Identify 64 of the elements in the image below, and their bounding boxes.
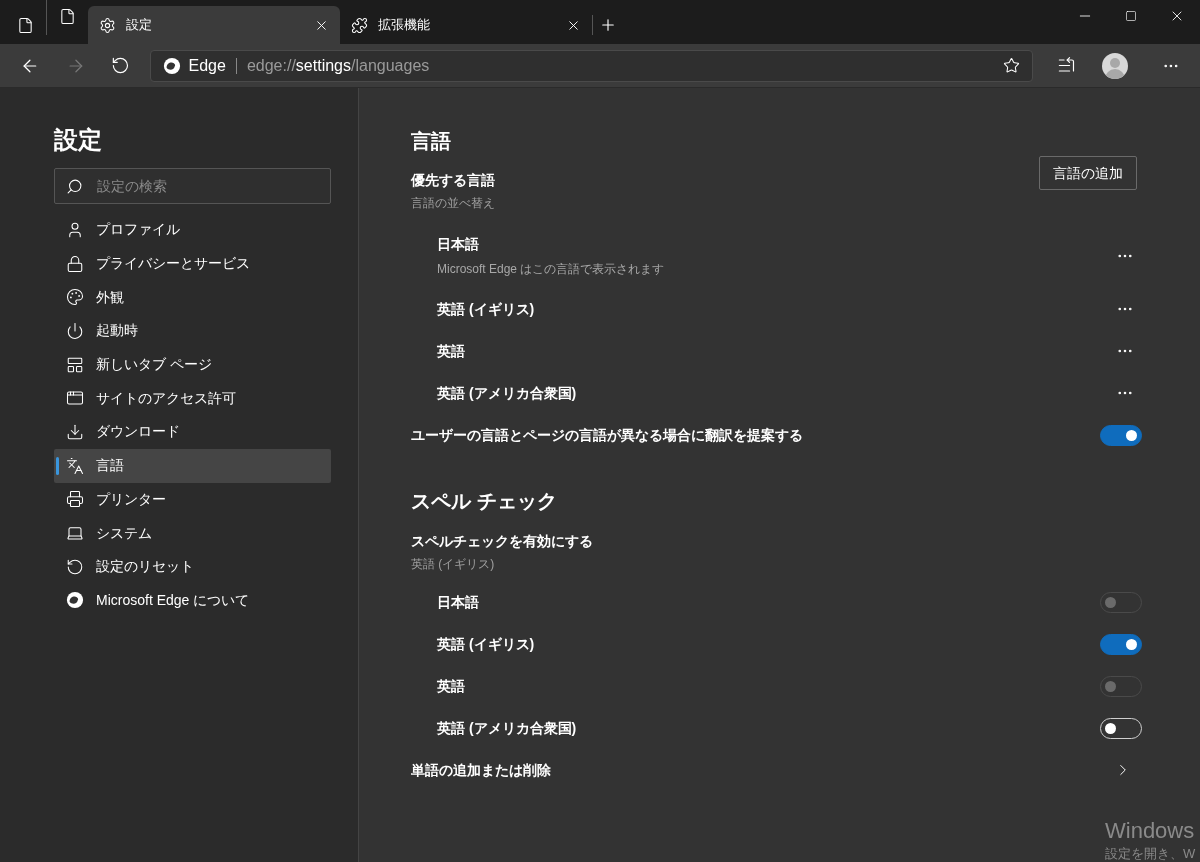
- language-name: 英語 (イギリス): [437, 634, 535, 654]
- language-name: 英語 (イギリス): [437, 299, 535, 319]
- toggle-switch[interactable]: [1100, 633, 1142, 655]
- browser-tab[interactable]: 拡張機能: [340, 6, 592, 44]
- custom-words-row[interactable]: 単語の追加または削除: [411, 749, 1142, 791]
- sidebar-item[interactable]: Microsoft Edge について: [54, 583, 331, 618]
- sidebar-item[interactable]: 設定のリセット: [54, 549, 331, 584]
- laptop-icon: [66, 524, 84, 543]
- add-favorite-icon[interactable]: [1002, 57, 1020, 74]
- site-label: Edge: [188, 55, 226, 76]
- sidebar-item[interactable]: 言語: [54, 448, 331, 483]
- setting-description: 言語の並べ替え: [411, 195, 495, 212]
- sidebar-item[interactable]: システム: [54, 516, 331, 550]
- edge-logo-icon: [66, 591, 84, 610]
- languages-icon: [66, 456, 84, 475]
- refresh-icon[interactable]: [110, 56, 130, 75]
- profile-avatar[interactable]: [1102, 52, 1129, 79]
- language-note: Microsoft Edge はこの言語で表示されます: [437, 261, 665, 278]
- setting-label: ユーザーの言語とページの言語が異なる場合に翻訳を提案する: [411, 425, 803, 445]
- site-permissions-icon: [66, 389, 84, 408]
- download-icon: [66, 422, 84, 441]
- sidebar-item[interactable]: 起動時: [54, 314, 331, 348]
- setting-label: 優先する言語: [411, 171, 495, 190]
- language-name: 日本語: [437, 592, 479, 612]
- person-icon: [66, 220, 84, 239]
- gear-icon: [99, 16, 116, 34]
- language-name: 英語 (アメリカ合衆国): [437, 383, 577, 403]
- palette-icon: [66, 288, 84, 307]
- section-heading: スペル チェック: [411, 489, 558, 514]
- toggle-switch[interactable]: [1100, 424, 1142, 446]
- activation-title: Windows: [1105, 818, 1196, 844]
- power-icon: [66, 321, 84, 340]
- sidebar-item[interactable]: 新しいタブ ページ: [54, 347, 331, 382]
- sidebar-item[interactable]: プライバシーとサービス: [54, 246, 331, 281]
- language-name: 日本語: [437, 235, 480, 254]
- lock-icon: [66, 254, 84, 273]
- printer-icon: [66, 490, 84, 509]
- new-tab-icon[interactable]: [599, 16, 617, 34]
- sidebar-item[interactable]: サイトのアクセス許可: [54, 381, 331, 416]
- section-heading: 言語: [411, 129, 452, 154]
- language-name: 英語 (アメリカ合衆国): [437, 718, 577, 738]
- language-name: 英語: [437, 676, 465, 696]
- document-icon: [59, 7, 76, 25]
- sidebar-item[interactable]: プロファイル: [54, 213, 331, 247]
- browser-tab[interactable]: 設定: [88, 6, 340, 44]
- puzzle-icon: [351, 16, 368, 34]
- url-text: edge://settings/languages: [246, 55, 430, 76]
- setting-description: 英語 (イギリス): [411, 556, 496, 573]
- document-icon: [16, 16, 34, 34]
- edge-logo-icon: [162, 56, 181, 75]
- search-icon: [66, 178, 83, 195]
- maximize-icon[interactable]: [1125, 10, 1137, 22]
- sidebar-item[interactable]: ダウンロード: [54, 415, 331, 449]
- search-field[interactable]: 設定の検索: [54, 168, 331, 204]
- language-name: 英語: [437, 341, 465, 361]
- new-tab-page-icon: [66, 355, 84, 374]
- sidebar-item[interactable]: 外観: [54, 280, 331, 315]
- sidebar-item[interactable]: プリンター: [54, 482, 331, 517]
- sidebar-title: 設定: [54, 125, 103, 155]
- address-field[interactable]: Edge edge://settings/languages: [149, 49, 1033, 82]
- activation-text: 設定を開き、W: [1105, 845, 1196, 862]
- setting-label: スペルチェックを有効にする: [411, 532, 594, 551]
- add-language-button[interactable]: 言語の追加: [1039, 156, 1137, 190]
- reset-icon: [66, 557, 84, 576]
